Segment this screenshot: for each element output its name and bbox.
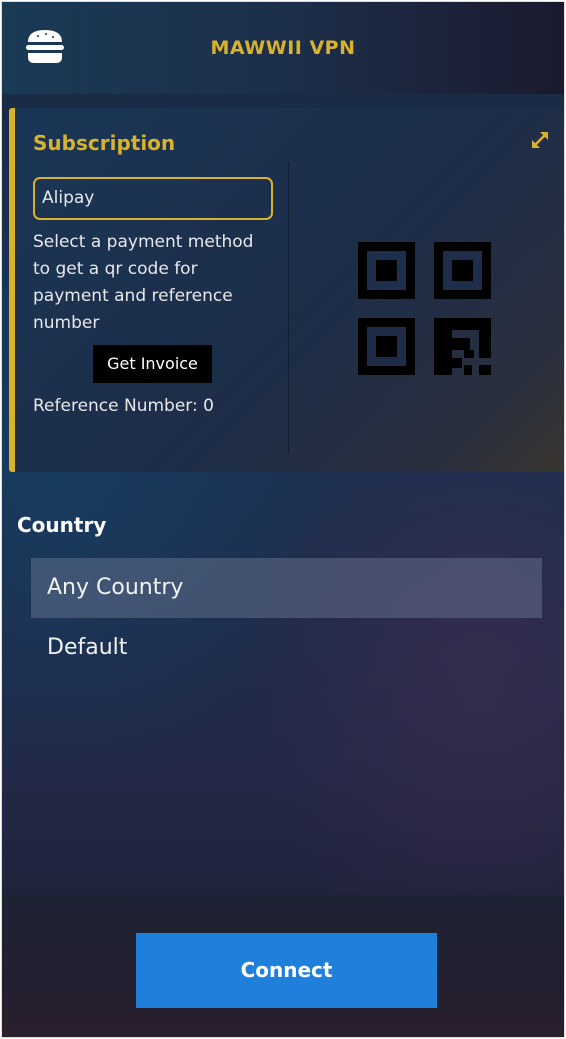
subscription-description: Select a payment method to get a qr code… xyxy=(33,232,254,333)
expand-arrows-icon[interactable] xyxy=(528,128,552,152)
app-window: MAWWII VPN Subscription Alipay Select a … xyxy=(1,1,565,1038)
header-bar: MAWWII VPN xyxy=(2,2,564,94)
get-invoice-button[interactable]: Get Invoice xyxy=(93,345,212,383)
payment-method-select[interactable]: Alipay xyxy=(33,177,273,220)
connect-button[interactable]: Connect xyxy=(136,933,437,1008)
subscription-title: Subscription xyxy=(33,131,176,155)
subscription-card: Subscription Alipay Select a payment met… xyxy=(9,108,564,472)
footer-bar: Connect xyxy=(2,895,564,1037)
app-title: MAWWII VPN xyxy=(210,37,356,59)
card-divider xyxy=(288,162,289,454)
reference-number: Reference Number: 0 xyxy=(33,396,214,416)
qr-code-image xyxy=(358,242,492,376)
country-item-any-country[interactable]: Any Country xyxy=(31,558,542,618)
country-list: Any Country Default xyxy=(31,558,542,678)
country-item-default[interactable]: Default xyxy=(31,618,542,678)
country-label: Country xyxy=(17,513,107,537)
